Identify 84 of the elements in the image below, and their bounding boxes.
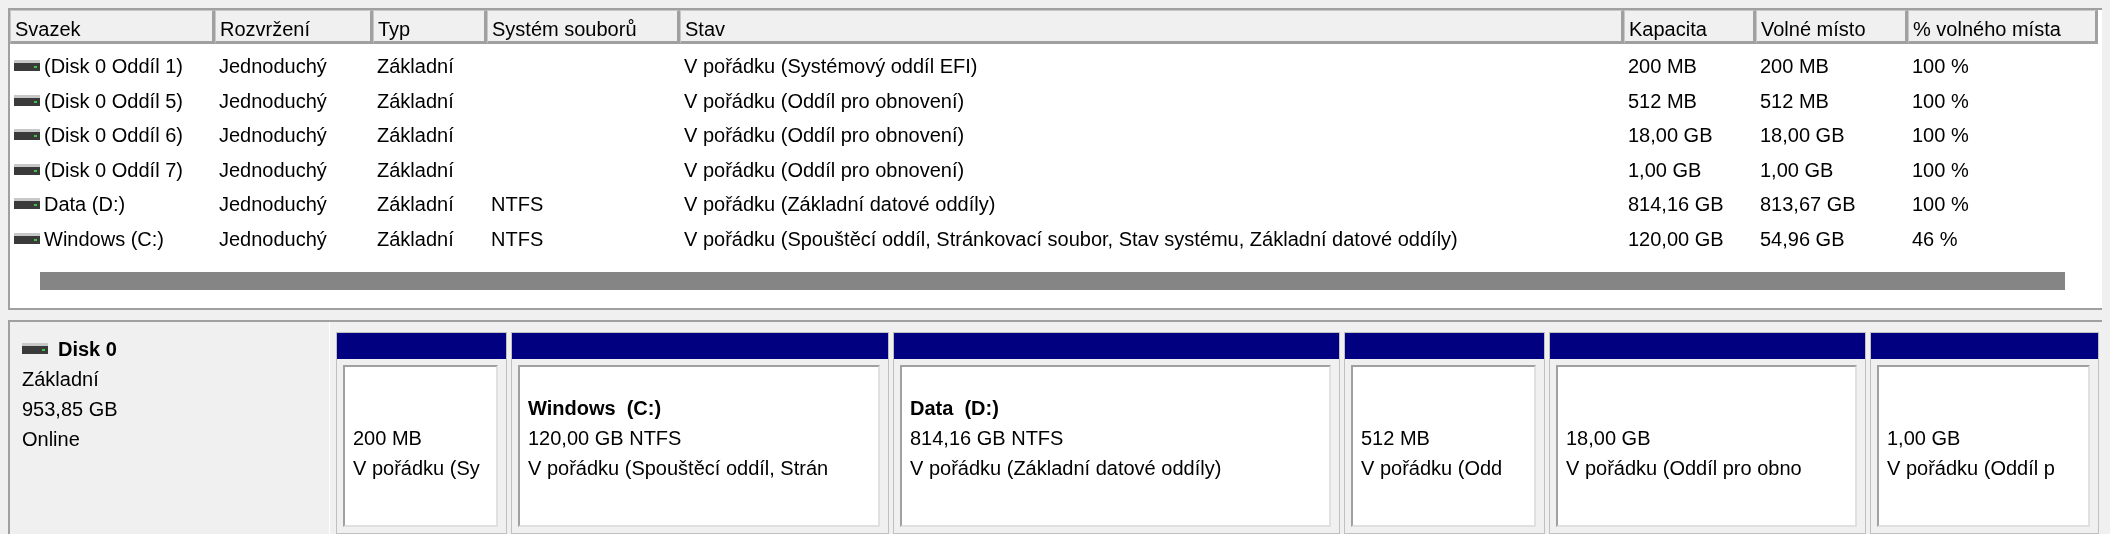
drive-icon	[14, 59, 40, 74]
table-cell-text: Základní	[377, 192, 454, 218]
table-cell-text: (Disk 0 Oddíl 1)	[44, 54, 183, 80]
table-cell-text: 46 %	[1912, 226, 1958, 252]
drive-icon	[14, 128, 40, 143]
table-cell-text: 100 %	[1912, 157, 1969, 183]
table-cell-text: (Disk 0 Oddíl 6)	[44, 123, 183, 149]
partition-size: 1,00 GB	[1887, 426, 1962, 451]
table-cell-text: Jednoduchý	[219, 123, 327, 149]
column-header[interactable]: Kapacita	[1624, 10, 1756, 44]
partition-block[interactable]: 1,00 GB V pořádku (Oddíl p	[1870, 332, 2099, 534]
table-cell-text: Jednoduchý	[219, 192, 327, 218]
table-cell-text: 512 MB	[1628, 88, 1697, 114]
table-cell-text: V pořádku (Oddíl pro obnovení)	[684, 123, 965, 149]
table-cell-text: NTFS	[491, 226, 544, 252]
table-cell-text: 200 MB	[1760, 54, 1829, 80]
partition-block[interactable]: Windows (C:) 120,00 GB NTFS V pořádku (Spouštěcí oddíl, Strán	[511, 332, 889, 534]
table-cell-text: 120,00 GB	[1628, 226, 1724, 252]
partition-status: V pořádku (Oddíl pro obno	[1566, 456, 1803, 481]
disk-detail: Online	[22, 427, 81, 452]
drive-icon	[14, 93, 40, 108]
table-cell-text: Základní	[377, 123, 454, 149]
table-cell-text: V pořádku (Systémový oddíl EFI)	[684, 54, 978, 80]
table-cell-text: 54,96 GB	[1760, 226, 1845, 252]
table-cell-text: Základní	[377, 54, 454, 80]
drive-icon	[22, 342, 48, 356]
partition-size: 200 MB	[353, 426, 423, 451]
table-cell-text: Jednoduchý	[219, 54, 327, 80]
column-header[interactable]: % volného místa	[1908, 10, 2098, 44]
table-cell-text: 100 %	[1912, 54, 1969, 80]
table-cell-text: Základní	[377, 157, 454, 183]
partition-size: 814,16 GB NTFS	[910, 426, 1065, 451]
partition-block[interactable]: 512 MB V pořádku (Odd	[1344, 332, 1545, 534]
partition-status: V pořádku (Spouštěcí oddíl, Strán	[528, 456, 830, 481]
table-cell-text: NTFS	[491, 192, 544, 218]
column-header[interactable]: Typ	[373, 10, 487, 44]
partition-size: 512 MB	[1361, 426, 1431, 451]
partition-title: Data (D:)	[910, 396, 1000, 421]
partition-size: 18,00 GB	[1566, 426, 1652, 451]
table-cell-text: Základní	[377, 88, 454, 114]
table-cell-text: 100 %	[1912, 88, 1969, 114]
table-cell-text: 100 %	[1912, 123, 1969, 149]
partition-block[interactable]: 200 MB V pořádku (Sy	[336, 332, 507, 534]
partition-status: V pořádku (Odd	[1361, 456, 1504, 481]
drive-icon	[14, 197, 40, 212]
table-cell-text: Základní	[377, 226, 454, 252]
column-header[interactable]: Stav	[680, 10, 1624, 44]
partition-status: V pořádku (Oddíl p	[1887, 456, 2056, 481]
table-cell-text: Jednoduchý	[219, 157, 327, 183]
table-cell-text: 813,67 GB	[1760, 192, 1856, 218]
table-cell-text: 200 MB	[1628, 54, 1697, 80]
table-cell-text: (Disk 0 Oddíl 5)	[44, 88, 183, 114]
partition-block[interactable]: Data (D:) 814,16 GB NTFS V pořádku (Základní datové oddíly)	[893, 332, 1340, 534]
table-cell-text: 18,00 GB	[1628, 123, 1713, 149]
table-cell-text: Jednoduchý	[219, 226, 327, 252]
partition-status: V pořádku (Sy	[353, 456, 481, 481]
disk-name: Disk 0	[58, 337, 117, 362]
table-cell-text: 512 MB	[1760, 88, 1829, 114]
disk-detail: 953,85 GB	[22, 397, 119, 422]
drive-icon	[14, 231, 40, 246]
horizontal-scrollbar[interactable]	[40, 272, 2065, 290]
drive-icon	[14, 162, 40, 177]
table-cell-text: Windows (C:)	[44, 226, 164, 252]
table-cell-text: 814,16 GB	[1628, 192, 1724, 218]
table-cell-text: 18,00 GB	[1760, 123, 1845, 149]
partition-block[interactable]: 18,00 GB V pořádku (Oddíl pro obno	[1549, 332, 1866, 534]
disk-detail: Základní	[22, 367, 100, 392]
column-header[interactable]: Volné místo	[1756, 10, 1908, 44]
table-cell-text: Jednoduchý	[219, 88, 327, 114]
column-header[interactable]: Rozvržení	[215, 10, 373, 44]
partition-size: 120,00 GB NTFS	[528, 426, 683, 451]
partition-title: Windows (C:)	[528, 396, 663, 421]
table-cell-text: 1,00 GB	[1628, 157, 1702, 183]
table-cell-text: 100 %	[1912, 192, 1969, 218]
table-cell-text: V pořádku (Základní datové oddíly)	[684, 192, 996, 218]
table-cell-text: V pořádku (Spouštěcí oddíl, Stránkovací soubor, Stav systému, Základní datové oddíly)	[684, 226, 1458, 252]
table-cell-text: 1,00 GB	[1760, 157, 1834, 183]
table-cell-text: Data (D:)	[44, 192, 126, 218]
column-header[interactable]: Systém souborů	[487, 10, 680, 44]
column-header[interactable]: Svazek	[10, 10, 215, 44]
table-cell-text: V pořádku (Oddíl pro obnovení)	[684, 88, 965, 114]
table-cell-text: V pořádku (Oddíl pro obnovení)	[684, 157, 965, 183]
table-cell-text: (Disk 0 Oddíl 7)	[44, 157, 183, 183]
partition-status: V pořádku (Základní datové oddíly)	[910, 456, 1223, 481]
